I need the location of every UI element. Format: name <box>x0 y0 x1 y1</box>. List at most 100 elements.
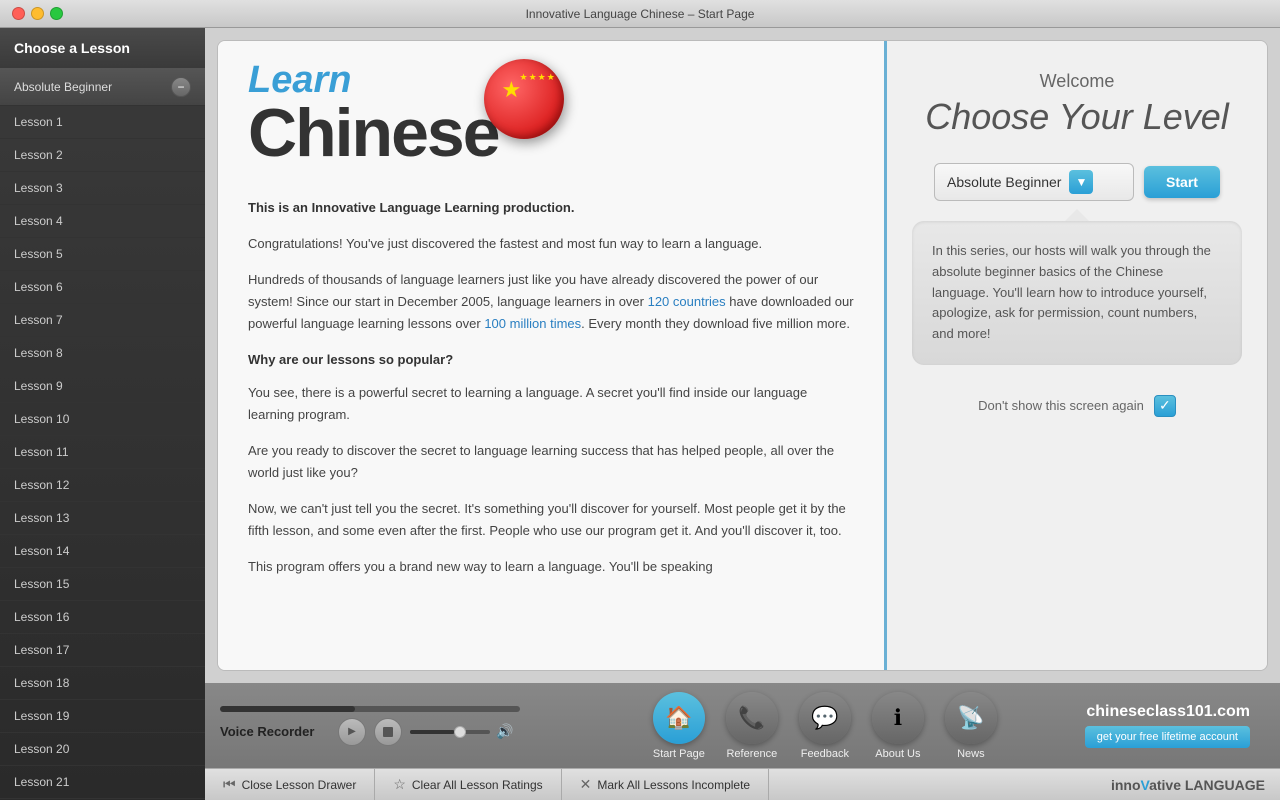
sidebar-item-lesson-5[interactable]: Lesson 5 <box>0 238 205 271</box>
news-icon: 📡 <box>945 692 997 744</box>
mark-incomplete-button[interactable]: ✕ Mark All Lessons Incomplete <box>562 769 769 800</box>
close-drawer-icon: ⏮ <box>223 776 236 793</box>
sidebar-item-lesson-21[interactable]: Lesson 21 <box>0 766 205 799</box>
nav-label-feedback: Feedback <box>801 748 849 760</box>
voice-recorder-label: Voice Recorder <box>220 724 330 739</box>
logo-text: Learn Chinese <box>248 61 499 167</box>
nav-item-reference[interactable]: 📞 Reference <box>718 687 786 765</box>
stop-icon <box>383 727 393 737</box>
dont-show-label: Don't show this screen again <box>978 398 1144 413</box>
nav-label-news: News <box>957 748 985 760</box>
sidebar-level-row[interactable]: Absolute Beginner − <box>0 69 205 106</box>
content-para-4: Are you ready to discover the secret to … <box>248 440 854 484</box>
sidebar-item-lesson-3[interactable]: Lesson 3 <box>0 172 205 205</box>
dont-show-checkbox[interactable]: ✓ <box>1154 395 1176 417</box>
nav-label-start-page: Start Page <box>653 748 705 760</box>
nav-label-about-us: About Us <box>875 748 920 760</box>
welcome-label: Welcome <box>1040 71 1115 92</box>
footer-action-bar: ⏮ Close Lesson Drawer ☆ Clear All Lesson… <box>205 768 1280 800</box>
level-dropdown[interactable]: Absolute Beginner ▼ <box>934 163 1134 201</box>
level-selector-row: Absolute Beginner ▼ Start <box>912 163 1242 201</box>
content-para-5: Now, we can't just tell you the secret. … <box>248 498 854 542</box>
sidebar-item-lesson-12[interactable]: Lesson 12 <box>0 469 205 502</box>
logo-learn-text: Learn <box>248 61 351 99</box>
close-button[interactable] <box>12 7 25 20</box>
innov-v: V <box>1141 777 1150 793</box>
volume-icon: 🔊 <box>496 723 513 740</box>
progress-bar <box>220 706 520 712</box>
clear-ratings-button[interactable]: ☆ Clear All Lesson Ratings <box>375 769 561 800</box>
left-panel: Learn Chinese This is an Innovative Lang… <box>218 41 887 670</box>
highlight-countries: 120 countries <box>648 294 726 309</box>
content-para-6: This program offers you a brand new way … <box>248 556 854 578</box>
minimize-button[interactable] <box>31 7 44 20</box>
brand-cta-button[interactable]: get your free lifetime account <box>1085 726 1250 748</box>
nav-item-start-page[interactable]: 🏠 Start Page <box>645 687 713 765</box>
sidebar-item-lesson-18[interactable]: Lesson 18 <box>0 667 205 700</box>
content-window: Learn Chinese This is an Innovative Lang… <box>217 40 1268 671</box>
voice-recorder-section: Voice Recorder ▶ 🔊 <box>220 706 580 746</box>
sidebar-item-lesson-7[interactable]: Lesson 7 <box>0 304 205 337</box>
nav-item-feedback[interactable]: 💬 Feedback <box>791 687 859 765</box>
sidebar-item-lesson-9[interactable]: Lesson 9 <box>0 370 205 403</box>
volume-slider[interactable] <box>410 730 490 734</box>
sidebar-item-lesson-4[interactable]: Lesson 4 <box>0 205 205 238</box>
progress-bar-fill <box>220 706 355 712</box>
volume-fill <box>410 730 454 734</box>
traffic-lights <box>12 7 63 20</box>
description-text: In this series, our hosts will walk you … <box>932 243 1211 341</box>
sidebar-item-lesson-10[interactable]: Lesson 10 <box>0 403 205 436</box>
star-icon: ☆ <box>393 776 406 793</box>
nav-item-about-us[interactable]: ℹ About Us <box>864 687 932 765</box>
window-title: Innovative Language Chinese – Start Page <box>526 7 755 21</box>
sidebar-item-lesson-20[interactable]: Lesson 20 <box>0 733 205 766</box>
sidebar-collapse-btn[interactable]: − <box>171 77 191 97</box>
china-flag-icon <box>484 59 564 139</box>
branding-section: chineseclass101.com get your free lifeti… <box>1070 703 1265 748</box>
content-para-3: You see, there is a powerful secret to l… <box>248 382 854 426</box>
sidebar-item-lesson-15[interactable]: Lesson 15 <box>0 568 205 601</box>
sidebar-item-lesson-6[interactable]: Lesson 6 <box>0 271 205 304</box>
close-drawer-label: Close Lesson Drawer <box>242 778 357 792</box>
dropdown-arrow-icon[interactable]: ▼ <box>1069 170 1093 194</box>
maximize-button[interactable] <box>50 7 63 20</box>
right-panel: Welcome Choose Your Level Absolute Begin… <box>887 41 1267 670</box>
about-us-icon: ℹ <box>872 692 924 744</box>
feedback-icon: 💬 <box>799 692 851 744</box>
highlight-times: 100 million times <box>484 316 581 331</box>
intro-bold: This is an Innovative Language Learning … <box>248 197 854 219</box>
nav-item-news[interactable]: 📡 News <box>937 687 1005 765</box>
start-button[interactable]: Start <box>1144 166 1220 198</box>
mark-incomplete-label: Mark All Lessons Incomplete <box>597 778 750 792</box>
dont-show-row: Don't show this screen again ✓ <box>912 395 1242 417</box>
sidebar-item-lesson-19[interactable]: Lesson 19 <box>0 700 205 733</box>
sidebar-item-lesson-1[interactable]: Lesson 1 <box>0 106 205 139</box>
level-dropdown-value: Absolute Beginner <box>947 174 1061 190</box>
main-content-text: This is an Innovative Language Learning … <box>248 197 854 578</box>
x-icon: ✕ <box>580 776 592 793</box>
play-button[interactable]: ▶ <box>338 718 366 746</box>
brand-url: chineseclass101.com <box>1086 703 1250 721</box>
description-bubble: In this series, our hosts will walk you … <box>912 221 1242 365</box>
nav-label-reference: Reference <box>726 748 777 760</box>
app-container: Choose a Lesson Absolute Beginner − Less… <box>0 28 1280 800</box>
sidebar-header: Choose a Lesson <box>0 28 205 69</box>
innovative-logo: innoVative LANGUAGE <box>1111 777 1280 793</box>
sidebar-item-lesson-13[interactable]: Lesson 13 <box>0 502 205 535</box>
close-lesson-drawer-button[interactable]: ⏮ Close Lesson Drawer <box>205 769 375 800</box>
home-icon: 🏠 <box>653 692 705 744</box>
sidebar-item-lesson-2[interactable]: Lesson 2 <box>0 139 205 172</box>
section-title-popular: Why are our lessons so popular? <box>248 349 854 371</box>
sidebar-item-lesson-16[interactable]: Lesson 16 <box>0 601 205 634</box>
main-area: Learn Chinese This is an Innovative Lang… <box>205 28 1280 800</box>
stop-button[interactable] <box>374 718 402 746</box>
sidebar-item-lesson-11[interactable]: Lesson 11 <box>0 436 205 469</box>
volume-slider-container: 🔊 <box>410 723 513 740</box>
nav-icons-section: 🏠 Start Page 📞 Reference 💬 Feedback ℹ Ab… <box>580 687 1070 765</box>
brand-url-bold: class101 <box>1146 703 1213 720</box>
sidebar-item-lesson-17[interactable]: Lesson 17 <box>0 634 205 667</box>
bottom-bar: Voice Recorder ▶ 🔊 <box>205 683 1280 768</box>
sidebar-item-lesson-8[interactable]: Lesson 8 <box>0 337 205 370</box>
volume-knob[interactable] <box>454 726 466 738</box>
sidebar-item-lesson-14[interactable]: Lesson 14 <box>0 535 205 568</box>
